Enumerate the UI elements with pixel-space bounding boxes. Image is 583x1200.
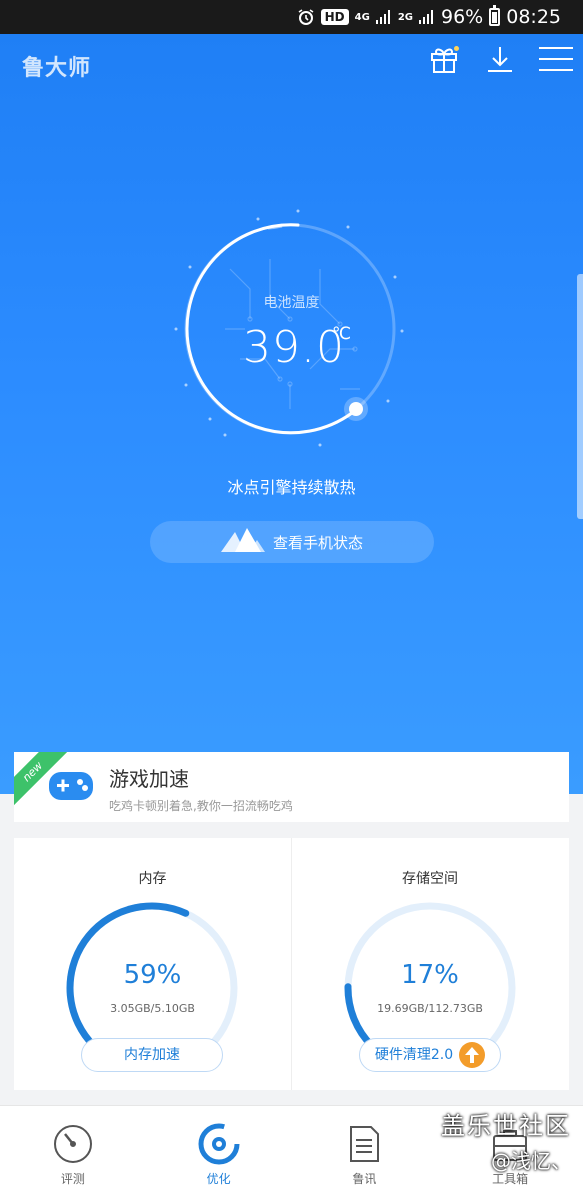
speedometer-icon bbox=[51, 1122, 95, 1166]
hero-panel: 鲁大师 电池温度 39.0 ℃ 冰点引擎持续散热 查看手机状态 bbox=[0, 34, 583, 794]
check-phone-status-button[interactable]: 查看手机状态 bbox=[150, 521, 434, 563]
nav-label-news: 鲁讯 bbox=[352, 1172, 377, 1186]
stats-panel: 内存 59% 3.05GB/5.10GB 内存加速 存储空间 17% 19.69… bbox=[14, 838, 569, 1090]
signal-icon-2 bbox=[419, 10, 435, 24]
memory-detail: 3.05GB/5.10GB bbox=[110, 1002, 195, 1015]
gamepad-icon bbox=[48, 768, 94, 804]
check-phone-status-label: 查看手机状态 bbox=[272, 533, 363, 552]
upgrade-arrow-icon bbox=[459, 1042, 486, 1068]
nav-label-toolbox: 工具箱 bbox=[492, 1172, 529, 1186]
nav-item-toolbox[interactable]: 工具箱 bbox=[437, 1106, 583, 1200]
header-actions bbox=[427, 44, 573, 78]
storage-ring-fill bbox=[344, 983, 376, 1050]
memory-boost-button[interactable]: 内存加速 bbox=[81, 1038, 223, 1072]
network-4g-label: 4G bbox=[354, 11, 370, 23]
gauge-label: 电池温度 bbox=[263, 295, 320, 311]
app-logo: 鲁大师 bbox=[22, 56, 92, 81]
optimize-icon bbox=[197, 1122, 241, 1166]
clock: 08:25 bbox=[506, 6, 561, 28]
nav-item-optimize[interactable]: 优化 bbox=[146, 1106, 292, 1200]
memory-title: 内存 bbox=[138, 871, 167, 887]
memory-percent: 59% bbox=[123, 960, 182, 990]
side-drawer-handle[interactable] bbox=[577, 274, 583, 519]
game-card-subtitle: 吃鸡卡顿别着急,教你一招流畅吃鸡 bbox=[109, 799, 293, 813]
hd-badge: HD bbox=[320, 9, 349, 25]
alarm-icon bbox=[297, 8, 315, 26]
notification-dot bbox=[454, 46, 459, 51]
hardware-clean-button[interactable]: 硬件清理2.0 bbox=[359, 1038, 501, 1072]
storage-title: 存储空间 bbox=[402, 871, 458, 887]
menu-icon bbox=[539, 45, 573, 77]
mountain-icon bbox=[220, 528, 265, 556]
download-icon bbox=[485, 44, 515, 78]
signal-icon bbox=[375, 10, 392, 24]
gift-button[interactable] bbox=[427, 44, 461, 78]
network-2g-label: 2G bbox=[397, 11, 413, 23]
nav-label-benchmark: 评测 bbox=[60, 1172, 85, 1186]
temperature-value: 39.0 bbox=[243, 322, 345, 373]
status-bar: HD 4G 2G 96% 08:25 bbox=[0, 0, 583, 34]
temperature-unit: ℃ bbox=[332, 324, 352, 344]
nav-item-benchmark[interactable]: 评测 bbox=[0, 1106, 146, 1200]
storage-percent: 17% bbox=[401, 960, 459, 990]
game-acceleration-card[interactable]: new 游戏加速 吃鸡卡顿别着急,教你一招流畅吃鸡 bbox=[14, 752, 569, 822]
battery-percent: 96% bbox=[441, 6, 484, 28]
nav-label-optimize: 优化 bbox=[206, 1172, 231, 1186]
toolbox-icon bbox=[488, 1122, 532, 1166]
bottom-nav: 评测 优化 鲁讯 工具箱 bbox=[0, 1105, 583, 1200]
menu-button[interactable] bbox=[539, 44, 573, 78]
game-card-title: 游戏加速 bbox=[109, 767, 189, 791]
cooling-status: 冰点引擎持续散热 bbox=[227, 478, 356, 497]
news-icon bbox=[342, 1122, 386, 1166]
download-button[interactable] bbox=[483, 44, 517, 78]
memory-stat: 内存 59% 3.05GB/5.10GB 内存加速 bbox=[14, 838, 291, 1090]
storage-stat: 存储空间 17% 19.69GB/112.73GB 硬件清理2.0 bbox=[291, 838, 568, 1090]
storage-detail: 19.69GB/112.73GB bbox=[377, 1002, 483, 1015]
hardware-clean-label: 硬件清理2.0 bbox=[374, 1047, 454, 1063]
battery-icon bbox=[489, 5, 501, 26]
nav-item-news[interactable]: 鲁讯 bbox=[292, 1106, 438, 1200]
